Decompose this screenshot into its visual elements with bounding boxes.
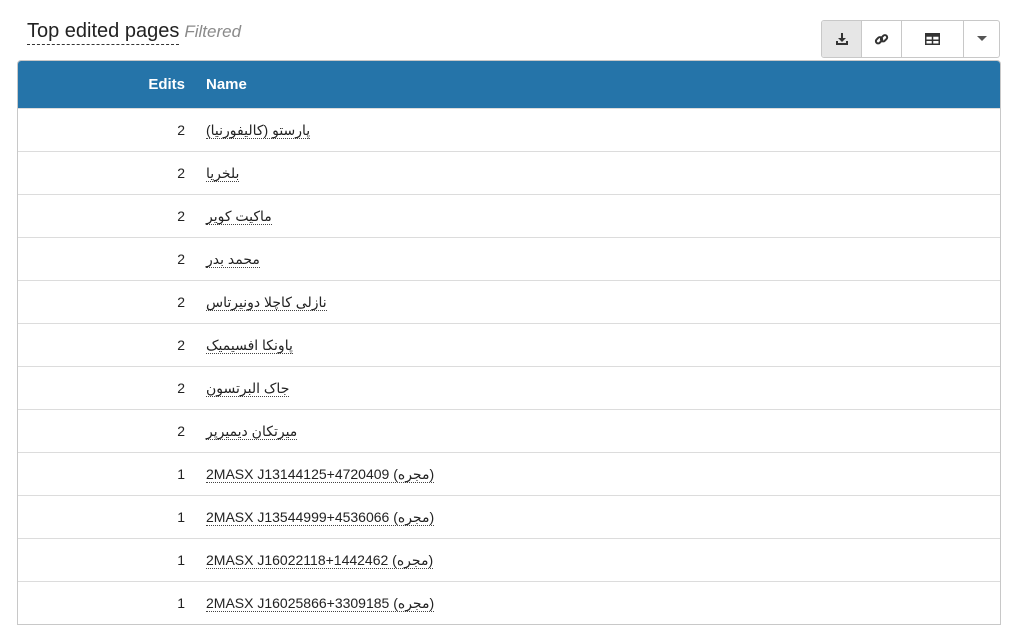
- edits-count: 2: [177, 122, 185, 138]
- table-row: 2 محمد بدر: [18, 237, 1000, 280]
- page-link[interactable]: بلخریا: [206, 164, 240, 182]
- table-view-button[interactable]: [902, 21, 964, 57]
- page-name-cell: میرتکان دیمیرپر: [185, 422, 1000, 440]
- table-row: 2 پارستو (کالیفورنیا): [18, 108, 1000, 151]
- page-name-cell: 2MASX J13544999+4536066 (مجره): [185, 508, 1000, 526]
- column-header-name[interactable]: Name: [185, 76, 1000, 93]
- caret-down-icon: [976, 36, 987, 41]
- table-row: 1 2MASX J16022118+1442462 (مجره): [18, 538, 1000, 581]
- edits-count: 1: [177, 509, 185, 525]
- toolbar: [821, 20, 1000, 58]
- table-row: 2 میرتکان دیمیرپر: [18, 409, 1000, 452]
- page-name-cell: پاونکا افسیمیک: [185, 336, 1000, 354]
- view-dropdown-button[interactable]: [964, 21, 999, 57]
- table-icon: [925, 33, 940, 45]
- page-link[interactable]: جاک البرتسون: [206, 379, 290, 397]
- table-row: 2 جاک البرتسون: [18, 366, 1000, 409]
- top-pages-table: Edits Name 2 پارستو (کالیفورنیا) 2 بلخریا 2 م…: [17, 60, 1001, 625]
- page-link[interactable]: پارستو (کالیفورنیا): [206, 121, 311, 139]
- link-icon: [874, 33, 889, 44]
- page-link[interactable]: ماکیت کویر: [206, 207, 272, 225]
- page-name-cell: جاک البرتسون: [185, 379, 1000, 397]
- edits-count: 2: [177, 165, 185, 181]
- page-name-cell: ماکیت کویر: [185, 207, 1000, 225]
- table-row: 2 نازلی کاچلا دونیرتاس: [18, 280, 1000, 323]
- table-row: 1 2MASX J16025866+3309185 (مجره): [18, 581, 1000, 624]
- table-body: 2 پارستو (کالیفورنیا) 2 بلخریا 2 ماکیت کویر 2 م…: [18, 108, 1000, 624]
- page-link[interactable]: محمد بدر: [206, 250, 260, 268]
- panel-header: Top edited pages Filtered: [27, 18, 241, 48]
- page-link[interactable]: 2MASX J13544999+4536066 (مجره): [206, 508, 435, 526]
- permalink-button[interactable]: [862, 21, 902, 57]
- filtered-label: Filtered: [184, 22, 242, 41]
- page-link[interactable]: پاونکا افسیمیک: [206, 336, 293, 354]
- edits-count: 2: [177, 380, 185, 396]
- edits-count: 2: [177, 423, 185, 439]
- edits-count: 1: [177, 552, 185, 568]
- page-name-cell: 2MASX J16025866+3309185 (مجره): [185, 594, 1000, 612]
- edits-count: 2: [177, 337, 185, 353]
- table-row: 1 2MASX J13544999+4536066 (مجره): [18, 495, 1000, 538]
- table-row: 2 پاونکا افسیمیک: [18, 323, 1000, 366]
- page-link[interactable]: 2MASX J16025866+3309185 (مجره): [206, 594, 435, 612]
- page-name-cell: 2MASX J13144125+4720409 (مجره): [185, 465, 1000, 483]
- edits-count: 2: [177, 208, 185, 224]
- page-link[interactable]: 2MASX J16022118+1442462 (مجره): [206, 551, 434, 569]
- table-row: 1 2MASX J13144125+4720409 (مجره): [18, 452, 1000, 495]
- table-header: Edits Name: [18, 61, 1000, 108]
- page-name-cell: پارستو (کالیفورنیا): [185, 121, 1000, 139]
- edits-count: 1: [177, 595, 185, 611]
- table-row: 2 ماکیت کویر: [18, 194, 1000, 237]
- page-link[interactable]: نازلی کاچلا دونیرتاس: [206, 293, 327, 311]
- panel-title[interactable]: Top edited pages: [27, 18, 180, 45]
- page-name-cell: بلخریا: [185, 164, 1000, 182]
- page-name-cell: نازلی کاچلا دونیرتاس: [185, 293, 1000, 311]
- table-row: 2 بلخریا: [18, 151, 1000, 194]
- download-icon: [835, 33, 848, 45]
- page-name-cell: محمد بدر: [185, 250, 1000, 268]
- edits-count: 2: [177, 294, 185, 310]
- edits-count: 2: [177, 251, 185, 267]
- download-button[interactable]: [822, 21, 862, 57]
- page-name-cell: 2MASX J16022118+1442462 (مجره): [185, 551, 1000, 569]
- page-link[interactable]: میرتکان دیمیرپر: [206, 422, 298, 440]
- page-link[interactable]: 2MASX J13144125+4720409 (مجره): [206, 465, 435, 483]
- column-header-edits[interactable]: Edits: [18, 76, 185, 93]
- edits-count: 1: [177, 466, 185, 482]
